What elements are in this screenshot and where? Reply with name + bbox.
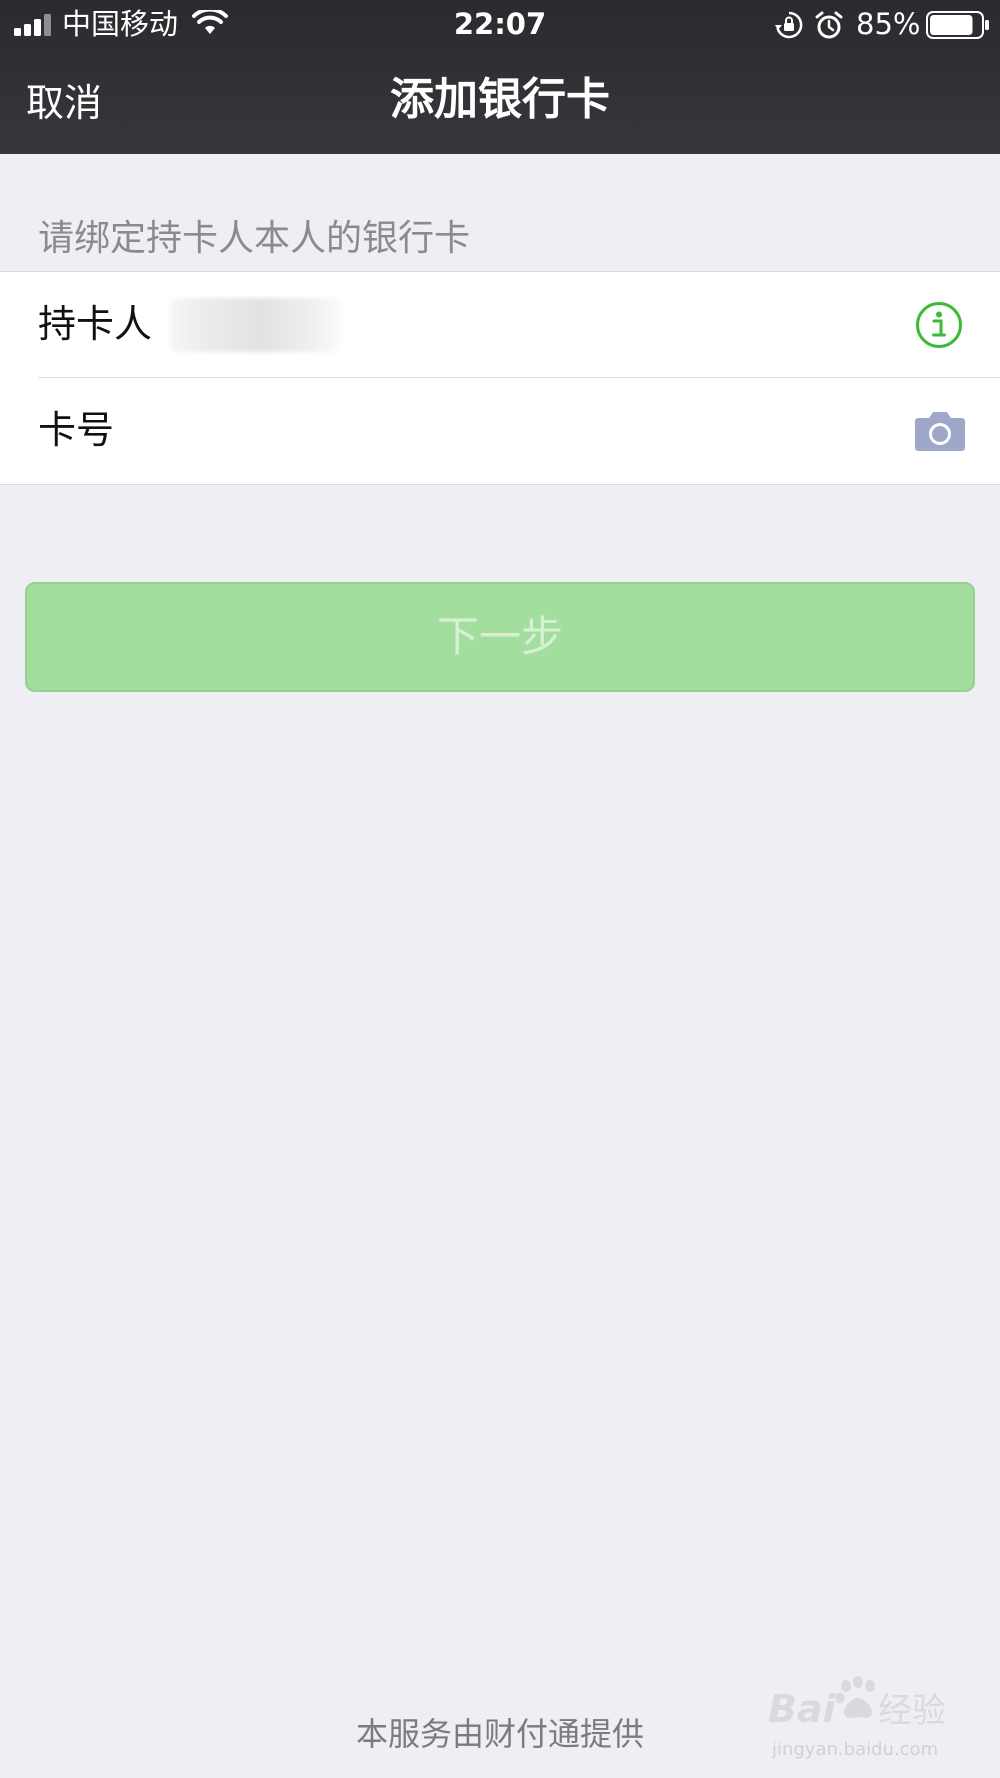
card-number-label: 卡号 — [38, 408, 115, 452]
cardholder-label: 持卡人 — [38, 302, 153, 346]
camera-icon[interactable] — [914, 408, 966, 452]
status-bar: 中国移动 22:07 85% — [0, 0, 1000, 50]
svg-text:经验: 经验 — [878, 1691, 946, 1731]
section-hint: 请绑定持卡人本人的银行卡 — [38, 218, 471, 259]
battery-icon — [926, 11, 989, 39]
alarm-icon — [815, 11, 843, 39]
baidu-jingyan-watermark: Bai 经验 jingyan.baidu.com — [766, 1672, 966, 1768]
top-bar: 中国移动 22:07 85% 取消 添加银行卡 — [0, 0, 1000, 154]
svg-text:Bai: Bai — [768, 1687, 837, 1731]
bank-card-form: 持卡人 卡号 — [0, 271, 1000, 485]
card-number-input[interactable] — [170, 398, 874, 466]
page-title: 添加银行卡 — [390, 74, 610, 125]
card-number-row[interactable]: 卡号 — [0, 378, 1000, 483]
baidu-logo: Bai 经验 — [768, 1676, 946, 1731]
info-icon[interactable] — [915, 301, 963, 349]
add-bank-card-screen: 中国移动 22:07 85% 取消 添加银行卡 请绑定持卡人本人的银行卡 持卡人… — [0, 0, 1000, 1778]
battery-percent: 85% — [856, 7, 921, 41]
cardholder-row[interactable]: 持卡人 — [0, 272, 1000, 378]
cardholder-name-redacted — [170, 298, 340, 352]
watermark-url: jingyan.baidu.com — [772, 1739, 939, 1760]
next-step-button[interactable]: 下一步 — [25, 582, 975, 692]
rotation-lock-icon — [775, 11, 803, 39]
status-time: 22:07 — [453, 7, 547, 41]
